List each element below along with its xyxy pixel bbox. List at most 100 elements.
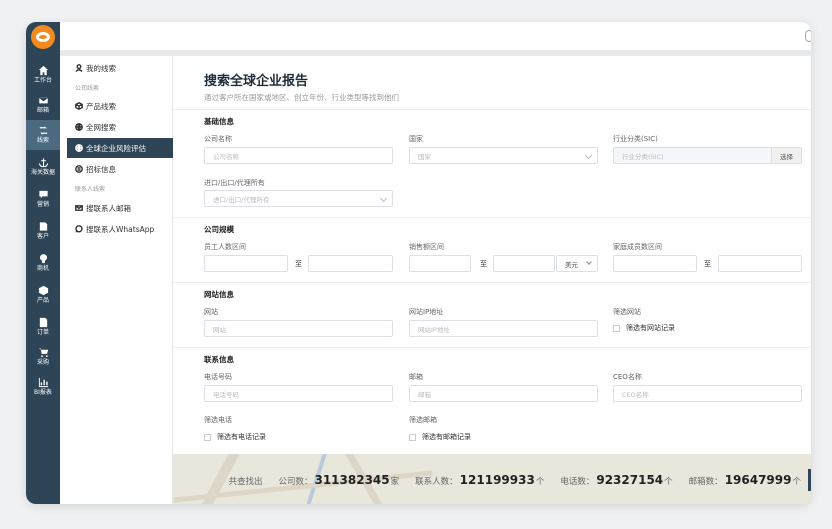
phone-input[interactable]: 电话号码 — [204, 385, 393, 402]
family-max-input[interactable] — [718, 255, 802, 272]
unit: 个 — [792, 477, 801, 487]
contact-count: 121199933 — [459, 473, 535, 487]
checkbox-label: 筛选有电话记录 — [217, 433, 266, 441]
user-icon — [75, 64, 83, 72]
placeholder: 邮箱 — [418, 390, 431, 399]
industry-label: 行业分类(SIC) — [613, 135, 658, 143]
top-bar — [60, 22, 811, 50]
checkbox-box[interactable] — [613, 324, 620, 332]
mail-icon — [75, 205, 83, 211]
rail-item-mail[interactable]: 邮箱 — [26, 90, 60, 120]
rail-label: 营销 — [36, 201, 49, 208]
clue-sidebar: 我的线索 公司线索 产品线索 全网搜索 全球企业风险评估 招标信息 联系人线索 … — [67, 56, 173, 504]
home-icon — [38, 65, 48, 76]
rail-item-marketing[interactable]: 营销 — [26, 184, 60, 214]
sales-max-input[interactable] — [493, 255, 555, 272]
industry-input[interactable]: 行业分类(SIC) 选择 — [613, 147, 802, 164]
sidebar-label: 搜联系人邮箱 — [86, 203, 131, 213]
ceo-input[interactable]: CEO名称 — [613, 385, 802, 402]
employee-max-input[interactable] — [308, 255, 393, 272]
rail-item-customer[interactable]: 客户 — [26, 216, 60, 246]
bulb-icon — [39, 254, 47, 264]
rail-label: 客户 — [36, 233, 49, 240]
section-contact-title: 联系信息 — [204, 355, 234, 364]
family-min-input[interactable] — [613, 255, 697, 272]
placeholder: 网站IP地址 — [418, 325, 450, 334]
rail-item-workbench[interactable]: 工作台 — [26, 60, 60, 90]
sidebar-item-search-email[interactable]: 搜联系人邮箱 — [67, 198, 173, 218]
filter-phone-checkbox[interactable]: 筛选有电话记录 — [204, 432, 266, 442]
import-export-select[interactable]: 进口/出口/代理所有 — [204, 190, 393, 207]
filter-phone-label: 筛选电话 — [204, 416, 232, 424]
rail-label: 工作台 — [33, 77, 52, 84]
clue-icon — [39, 126, 47, 135]
checkbox-box[interactable] — [204, 433, 211, 441]
company-name-input[interactable]: 公司名称 — [204, 147, 393, 164]
sidebar-label: 招标信息 — [86, 164, 116, 174]
app-logo[interactable] — [31, 25, 55, 49]
divider — [173, 109, 811, 110]
stats-bar: 共查找出 公司数： 311382345 家 联系人数： 121199933 个 电话数：… — [173, 454, 811, 504]
rail-label: 订单 — [36, 329, 49, 336]
bid-icon — [75, 165, 83, 173]
sidebar-item-my-clues[interactable]: 我的线索 — [67, 58, 173, 78]
placeholder: 公司名称 — [213, 152, 239, 161]
search-button-edge[interactable] — [808, 469, 811, 491]
rail-item-customs[interactable]: 海关数据 — [26, 152, 60, 182]
phone-label: 电话号码 — [204, 373, 232, 381]
section-web-title: 网站信息 — [204, 290, 234, 299]
stats-prefix: 共查找出 — [228, 477, 263, 487]
sidebar-item-search-whatsapp[interactable]: 搜联系人WhatsApp — [67, 219, 173, 239]
sidebar-item-global-search[interactable]: 全网搜索 — [67, 117, 173, 137]
rail-item-product[interactable]: 产品 — [26, 280, 60, 310]
choose-industry-button[interactable]: 选择 — [771, 148, 801, 163]
placeholder: 网站 — [213, 325, 226, 334]
email-input[interactable]: 邮箱 — [409, 385, 598, 402]
sidebar-label: 我的线索 — [86, 63, 116, 73]
email-count-label: 邮箱数： — [688, 477, 723, 487]
placeholder: 国家 — [418, 152, 431, 161]
company-count-label: 公司数： — [278, 477, 313, 487]
email-label: 邮箱 — [409, 373, 423, 381]
contact-count-label: 联系人数： — [415, 477, 458, 487]
rail-item-clues[interactable]: 线索 — [26, 120, 60, 150]
sidebar-item-product-clues[interactable]: 产品线索 — [67, 96, 173, 116]
rail-label: 商机 — [36, 265, 49, 272]
unit: 个 — [664, 477, 673, 487]
nav-rail: 工作台 邮箱 线索 海关数据 营销 客户 商机 产品 订单 采购 BI报表 — [26, 22, 60, 504]
result-stats: 共查找出 公司数： 311382345 家 联系人数： 121199933 个 电话数：… — [228, 473, 801, 487]
country-select[interactable]: 国家 — [409, 147, 598, 164]
chevron-down-icon — [584, 151, 593, 160]
sidebar-item-risk-eval[interactable]: 全球企业风险评估 — [67, 138, 173, 158]
page-title: 搜索全球企业报告 — [204, 74, 309, 89]
website-ip-input[interactable]: 网站IP地址 — [409, 320, 598, 337]
filter-website-checkbox[interactable]: 筛选有网站记录 — [613, 323, 675, 333]
rail-item-opportunity[interactable]: 商机 — [26, 248, 60, 278]
filter-email-checkbox[interactable]: 筛选有邮箱记录 — [409, 432, 471, 442]
employee-min-input[interactable] — [204, 255, 288, 272]
checkbox-box[interactable] — [409, 433, 416, 441]
search-form-panel: 搜索全球企业报告 通过客户所在国家或地区、创立年份、行业类型等找到他们 基础信息… — [173, 56, 811, 454]
unit: 个 — [535, 477, 545, 487]
website-input[interactable]: 网站 — [204, 320, 393, 337]
placeholder: 行业分类(SIC) — [622, 152, 664, 161]
rail-item-bi[interactable]: BI报表 — [26, 372, 60, 402]
rail-item-purchase[interactable]: 采购 — [26, 342, 60, 372]
family-range-label: 家庭成员数区间 — [613, 243, 662, 251]
sidebar-section-contact: 联系人线索 — [75, 186, 106, 193]
rail-item-order[interactable]: 订单 — [26, 312, 60, 342]
anchor-icon — [38, 158, 48, 168]
sidebar-label: 全网搜索 — [86, 122, 116, 132]
customer-icon — [39, 222, 47, 231]
country-label: 国家 — [409, 135, 423, 143]
sales-min-input[interactable] — [409, 255, 471, 272]
cube-icon — [75, 102, 83, 110]
divider — [173, 217, 811, 218]
sidebar-item-bid-info[interactable]: 招标信息 — [67, 159, 173, 179]
currency-select[interactable]: 美元 — [556, 255, 598, 272]
chevron-down-icon — [586, 259, 592, 265]
checkbox-label: 筛选有网站记录 — [626, 324, 675, 332]
divider — [173, 282, 811, 283]
rail-label: 产品 — [36, 297, 49, 304]
rail-label: BI报表 — [34, 389, 52, 396]
